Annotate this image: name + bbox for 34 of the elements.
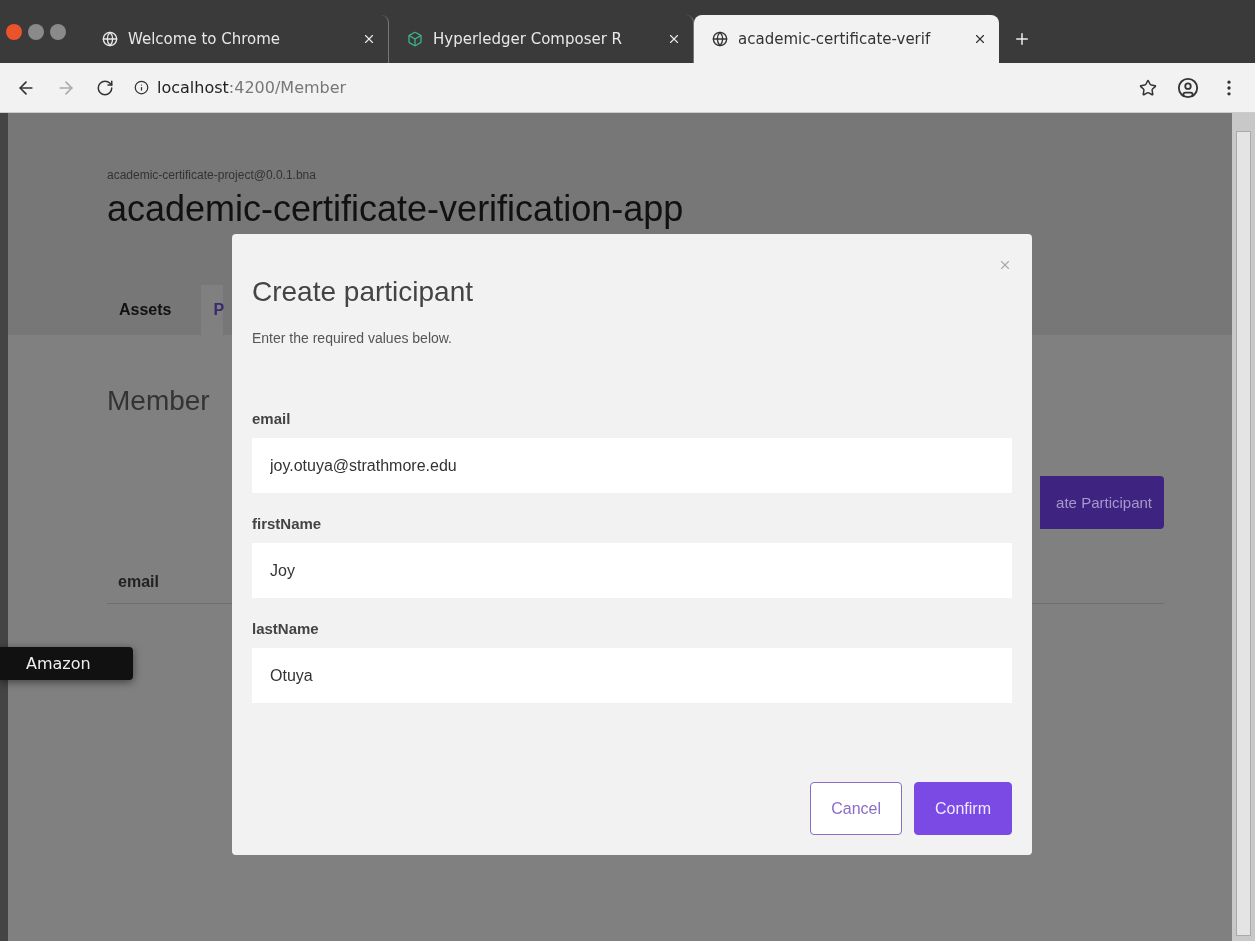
- field-label: firstName: [252, 515, 323, 532]
- browser-tab[interactable]: academic-certificate-verif: [694, 15, 999, 63]
- section-heading: Member: [107, 385, 210, 417]
- info-icon[interactable]: [134, 80, 149, 95]
- cancel-button[interactable]: Cancel: [810, 782, 902, 835]
- close-tab-icon[interactable]: [667, 32, 681, 46]
- maximize-window-button[interactable]: [50, 23, 66, 40]
- minimize-window-button[interactable]: [28, 23, 44, 40]
- reload-icon[interactable]: [96, 78, 114, 97]
- scrollbar[interactable]: [1232, 113, 1255, 941]
- close-tab-icon[interactable]: [973, 32, 987, 46]
- account-icon[interactable]: [1177, 76, 1199, 99]
- globe-icon: [102, 31, 118, 47]
- globe-icon: [712, 31, 728, 47]
- close-tab-icon[interactable]: [362, 32, 376, 46]
- confirm-button[interactable]: Confirm: [914, 782, 1012, 835]
- app-title: academic-certificate-verification-app: [107, 188, 685, 230]
- cube-icon: [407, 31, 423, 47]
- nav-tab[interactable]: Assets: [107, 285, 202, 335]
- column-header: email: [118, 573, 159, 591]
- input-field[interactable]: Joy: [252, 543, 1012, 598]
- input-field[interactable]: joy.otuya@strathmore.edu: [252, 438, 1012, 493]
- input-field[interactable]: Otuya: [252, 648, 1012, 703]
- tooltip: Amazon: [0, 647, 133, 680]
- field-label: email: [252, 410, 292, 427]
- dialog-title: Create participant: [252, 276, 474, 308]
- project-name: academic-certificate-project@0.0.1.bna: [107, 168, 317, 182]
- close-window-button[interactable]: [6, 23, 22, 40]
- field-label: lastName: [252, 620, 320, 637]
- dialog-subtitle: Enter the required values below.: [252, 330, 453, 346]
- scrollbar-thumb[interactable]: [1236, 131, 1251, 936]
- bookmark-star-icon[interactable]: [1139, 78, 1157, 97]
- new-tab-icon[interactable]: [1013, 30, 1031, 48]
- create-participant-button[interactable]: ate Participant: [1040, 476, 1164, 529]
